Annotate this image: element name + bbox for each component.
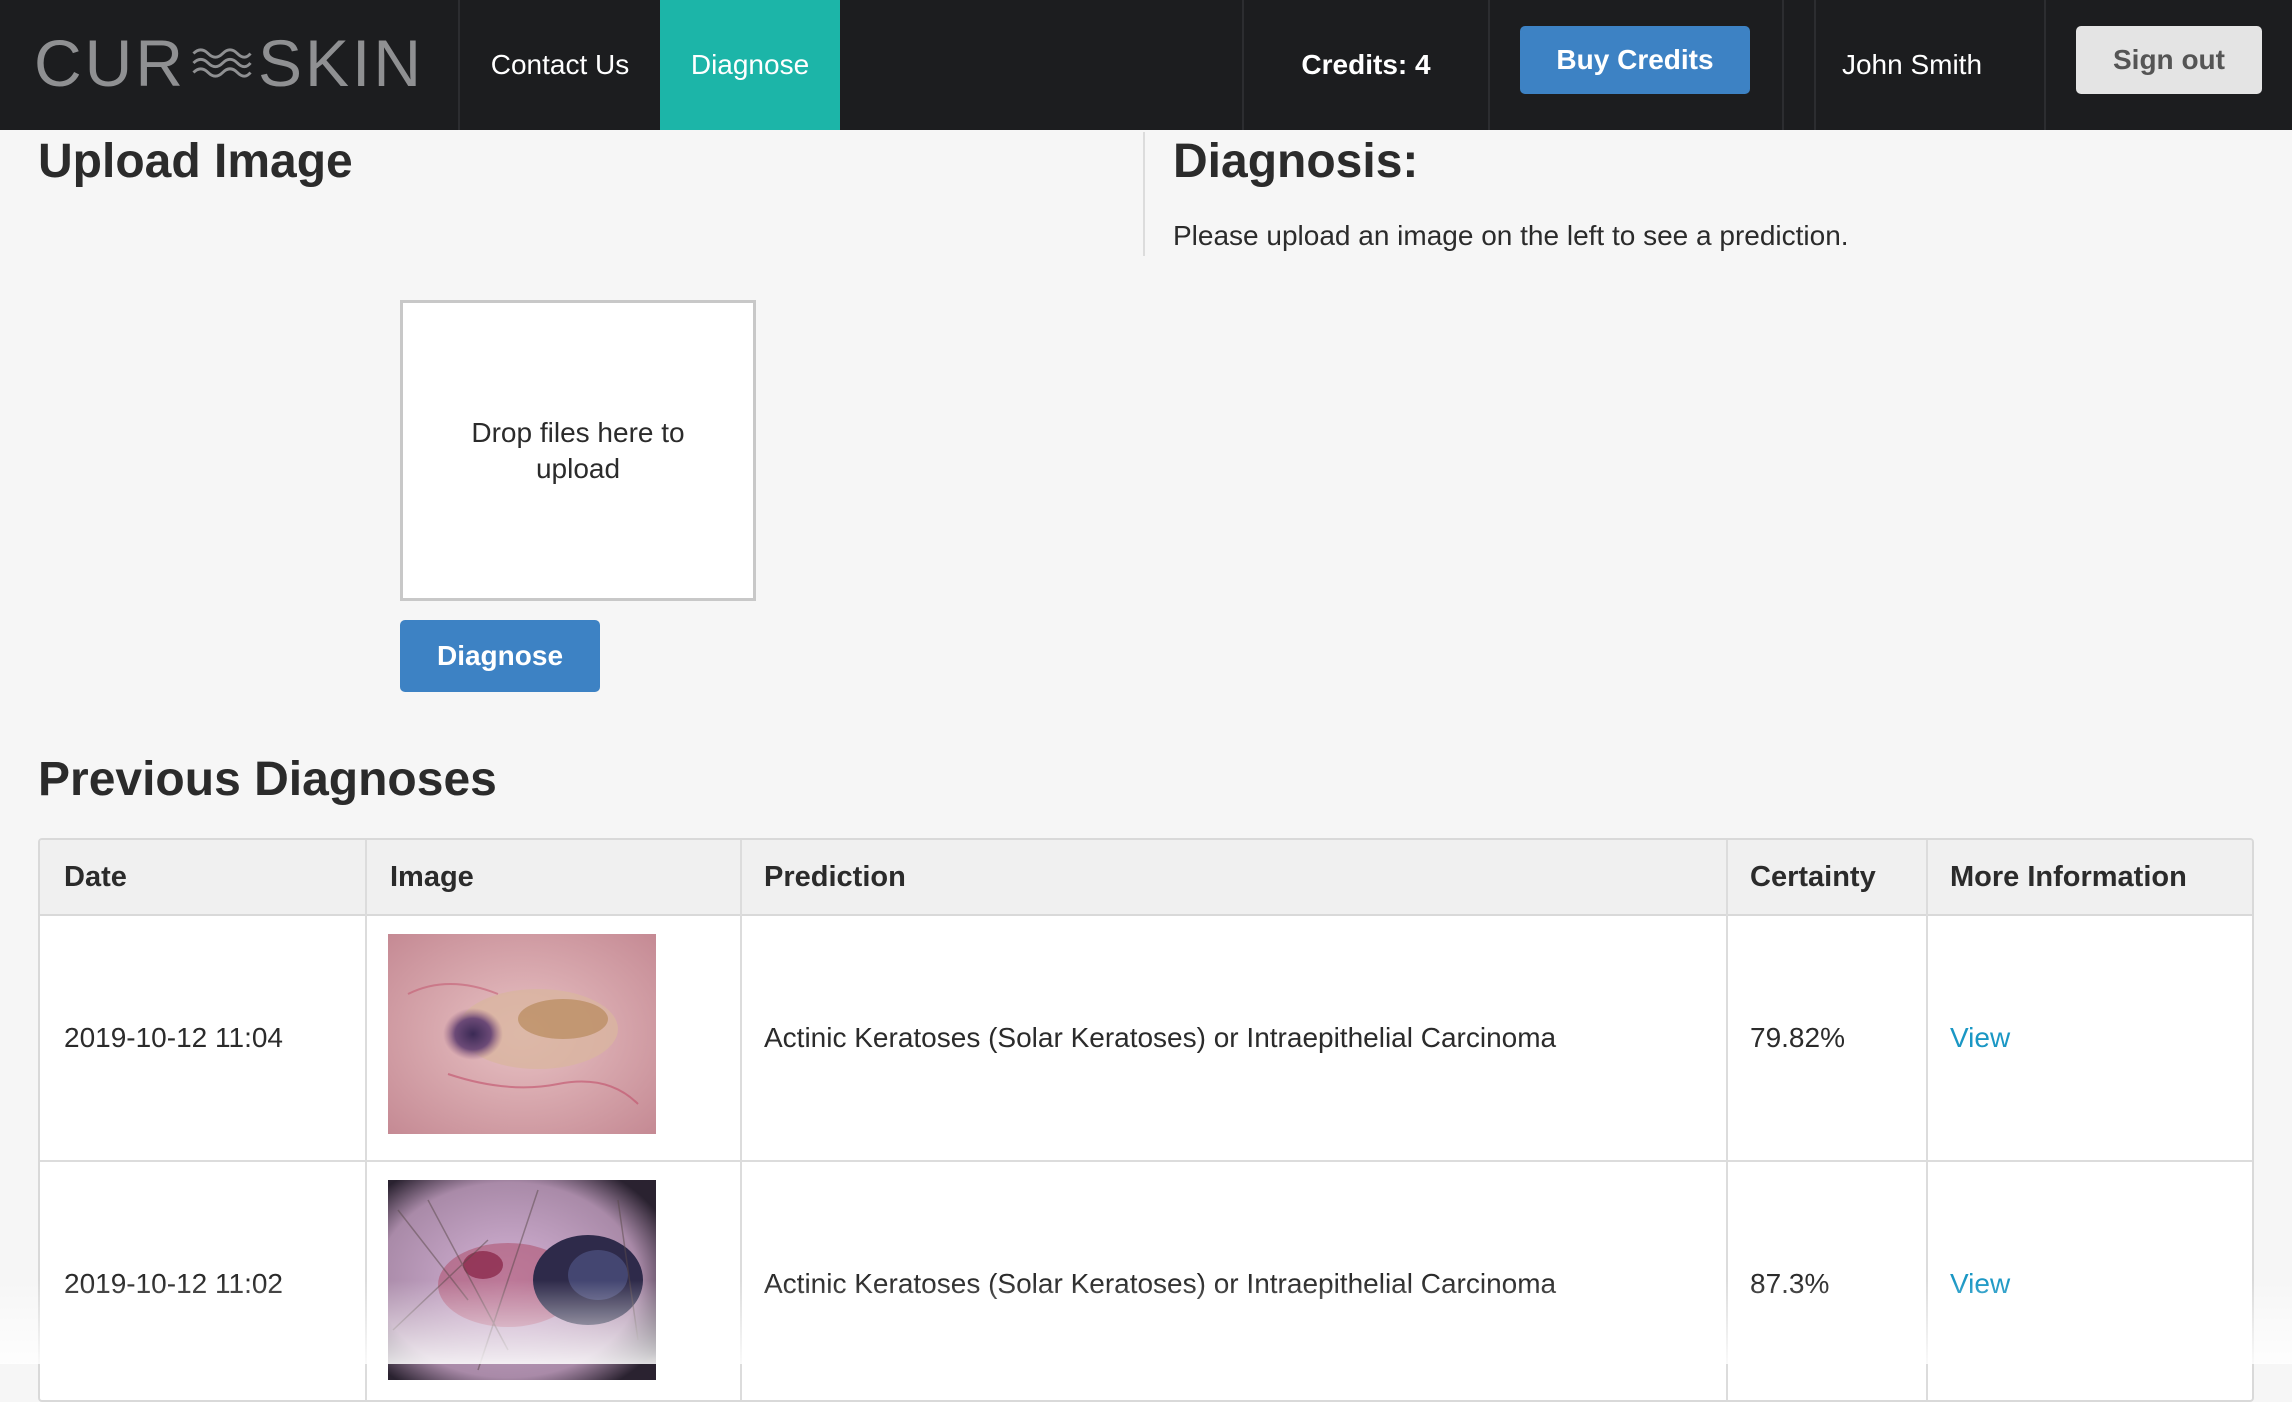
column-header-image: Image [390,860,474,893]
table-row: 2019-10-12 11:04 Actinic Keratoses (Sola… [40,916,2252,1162]
column-header-more-info: More Information [1950,860,2187,893]
nav-divider [1488,0,1490,130]
credits-counter: Credits: 4 [1301,49,1431,80]
diagnose-button[interactable]: Diagnose [400,620,600,692]
nav-divider [2044,0,2046,130]
column-header-prediction: Prediction [764,860,906,893]
diagnosis-message: Please upload an image on the left to se… [1173,220,1849,251]
lesion-image-1 [388,934,656,1134]
waves-logo-icon [192,48,252,78]
sign-out-button[interactable]: Sign out [2076,26,2262,94]
buy-credits-button[interactable]: Buy Credits [1520,26,1750,94]
file-dropzone[interactable]: Drop files here to upload [400,300,756,601]
bottom-fade [0,1280,2292,1364]
section-divider [1143,132,1145,256]
column-header-date: Date [64,860,127,893]
view-link[interactable]: View [1950,916,2010,1160]
dropzone-label: Drop files here to upload [471,416,685,484]
cell-certainty: 79.82% [1750,1022,1845,1053]
cell-date: 2019-10-12 11:04 [64,1022,283,1053]
table-header: Date Image Prediction Certainty More Inf… [40,840,2252,916]
nav-divider [1782,0,1784,130]
cureskin-logo[interactable]: CUR SKIN [34,18,424,108]
nav-contact-us[interactable]: Contact Us [460,0,660,130]
nav-diagnose-tab[interactable]: Diagnose [660,0,840,130]
logo-text-right: SKIN [257,26,424,100]
lesion-thumbnail[interactable] [388,934,656,1134]
column-header-certainty: Certainty [1750,860,1876,893]
top-navbar: CUR SKIN Contact Us Diagnose Credits: 4 … [0,0,2292,130]
diagnosis-heading: Diagnosis: [1173,135,1419,188]
upload-image-heading: Upload Image [38,135,353,188]
logo-text-left: CUR [34,26,186,100]
previous-diagnoses-heading: Previous Diagnoses [38,753,497,806]
cell-prediction: Actinic Keratoses (Solar Keratoses) or I… [764,1022,1557,1053]
user-name[interactable]: John Smith [1816,0,2008,130]
